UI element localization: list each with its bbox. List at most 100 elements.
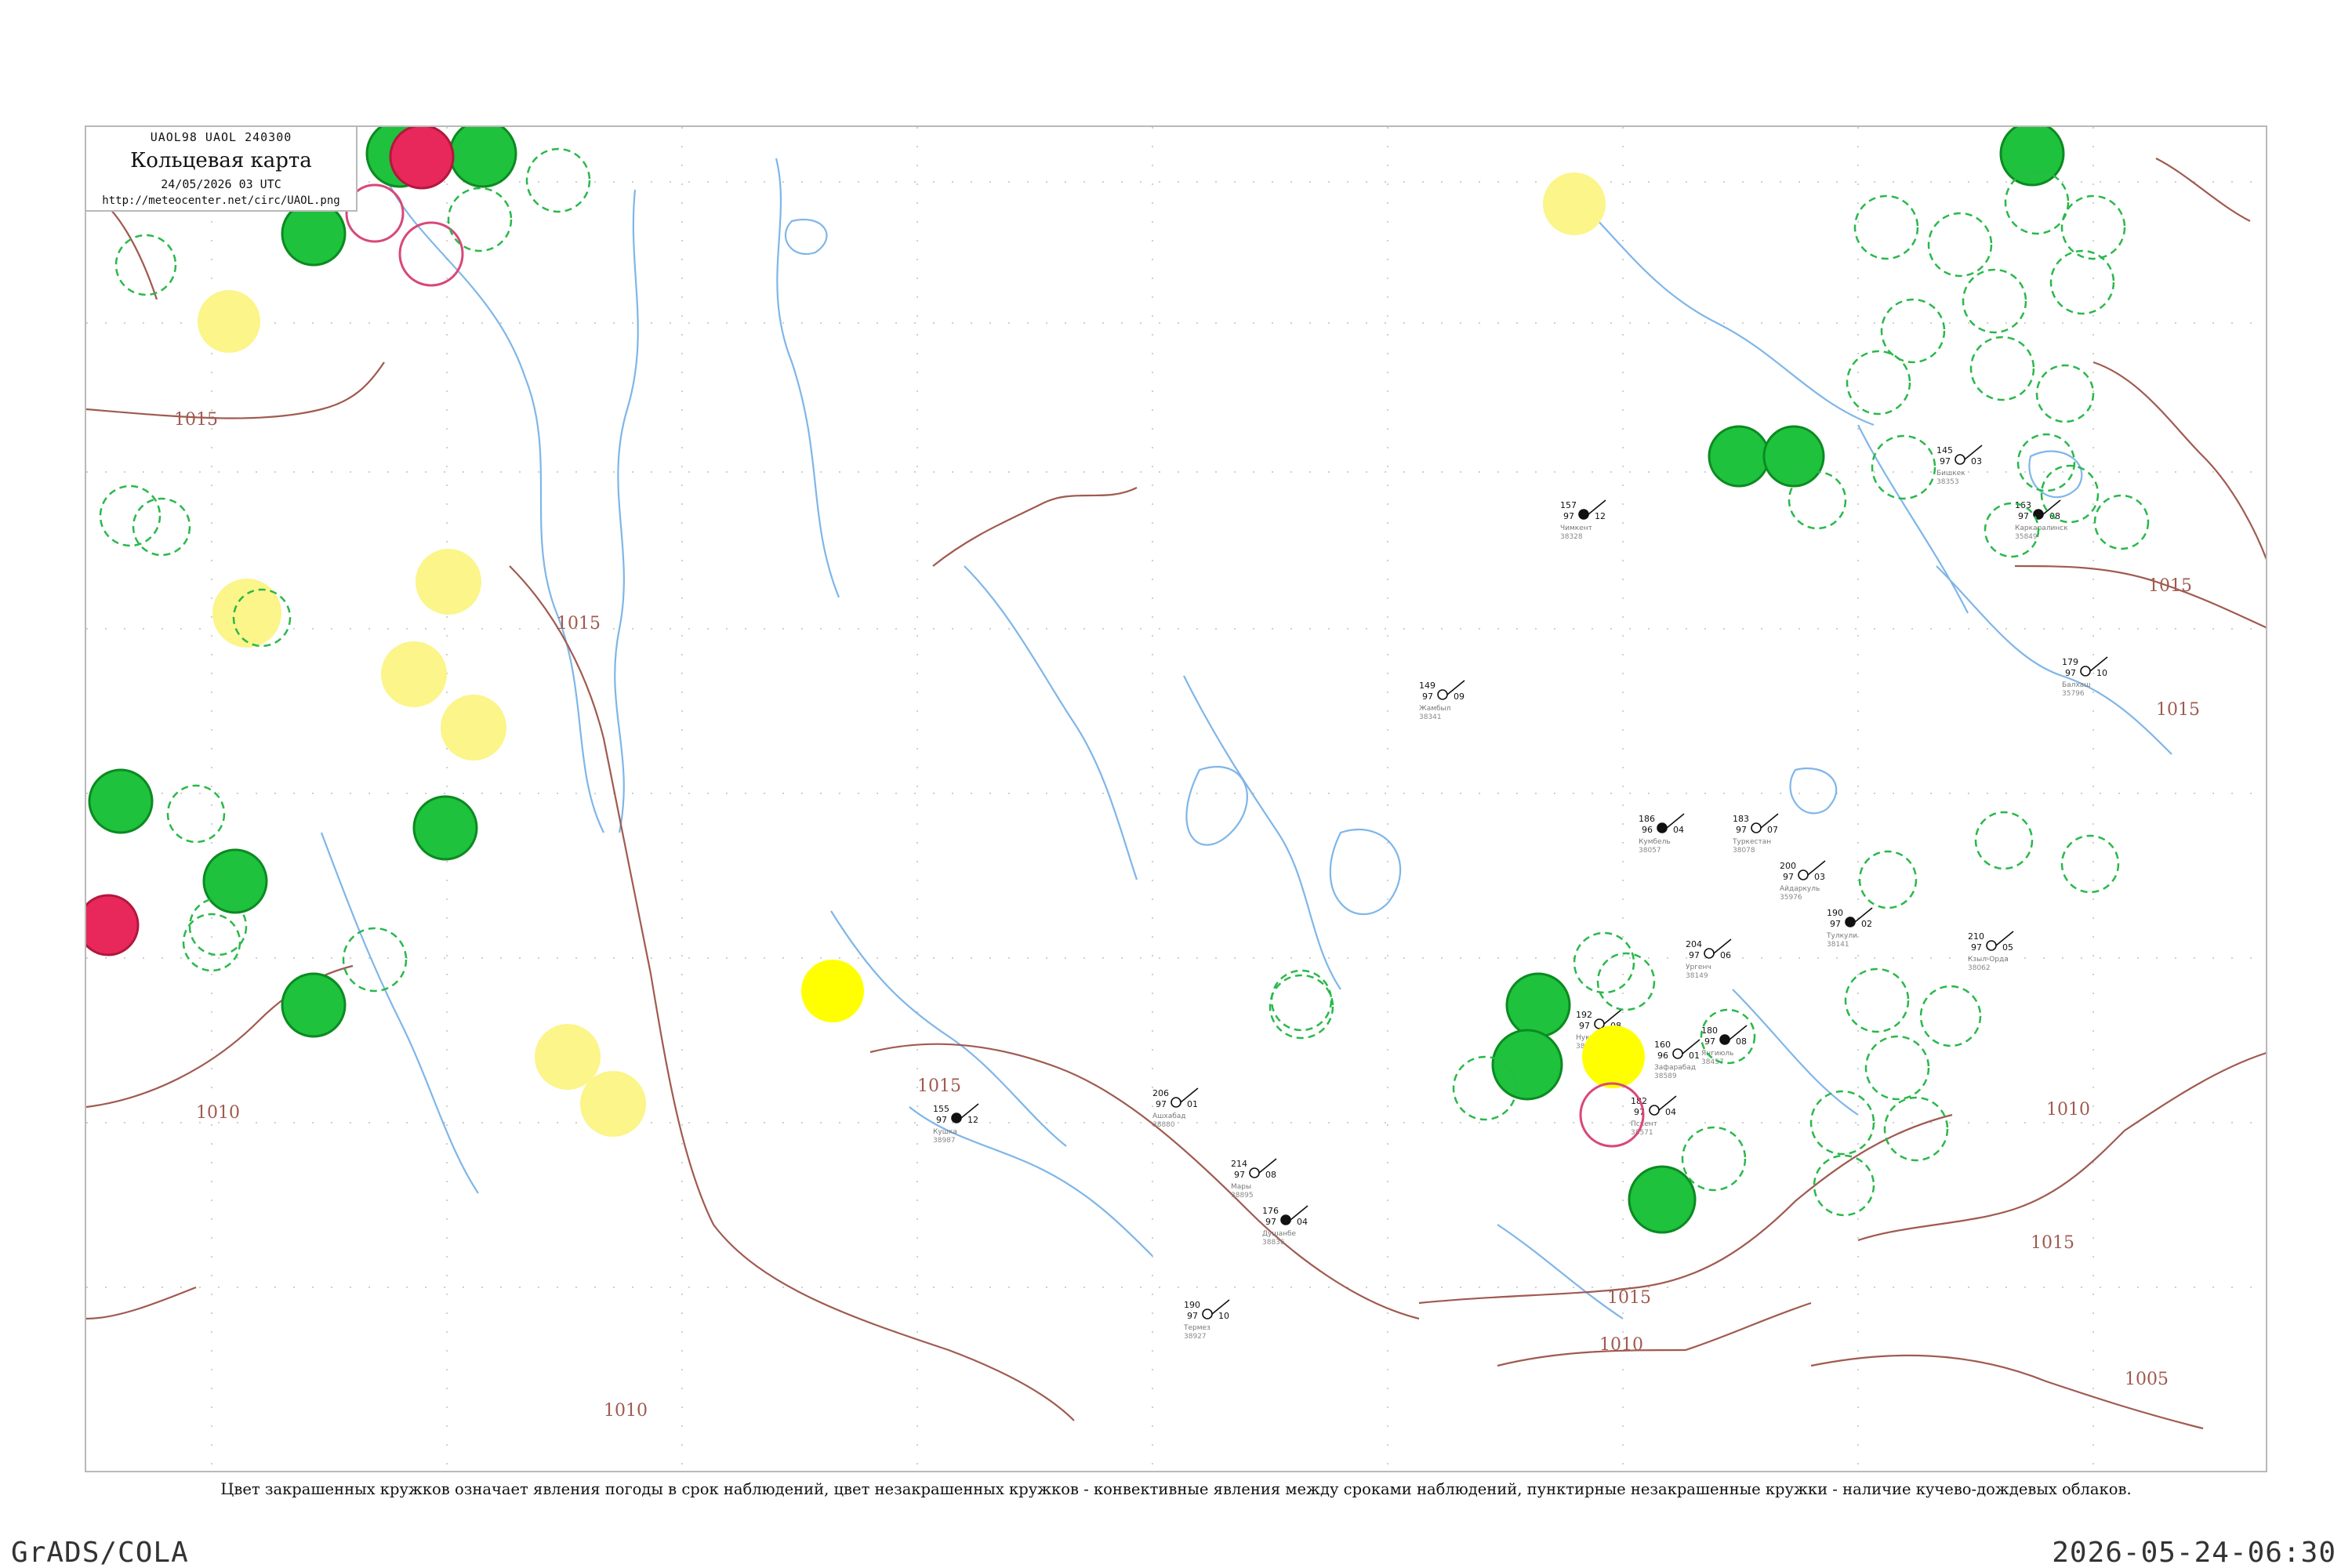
- isobar-label: 1010: [604, 1401, 648, 1421]
- station-temperature: 190: [1184, 1300, 1200, 1310]
- station-humidity: 97: [1187, 1311, 1198, 1321]
- station-pressure-tendency: 01: [1689, 1051, 1700, 1061]
- station-name: Каркаралинск: [2015, 524, 2068, 532]
- red-circle: [86, 894, 140, 956]
- green-circle: [1708, 425, 1770, 488]
- station-id: 38353: [1936, 478, 1959, 486]
- station-name: Айдаркуль: [1780, 885, 1820, 893]
- green-circle: [1505, 972, 1571, 1038]
- station-name: Чимкент: [1560, 524, 1592, 532]
- station-name: Зафарабад: [1654, 1064, 1696, 1072]
- station-name: Термез: [1183, 1324, 1210, 1332]
- station-pressure-tendency: 10: [1218, 1311, 1229, 1321]
- station-name: Бишкек: [1936, 470, 1965, 477]
- yellow-circle: [416, 549, 481, 615]
- green-circle: [88, 768, 154, 834]
- rivers: [320, 158, 2172, 1319]
- isobar-label: 1015: [1607, 1288, 1651, 1308]
- yellow-circle: [381, 641, 447, 707]
- isobar-lines: [86, 158, 2266, 1430]
- green-circle: [281, 972, 347, 1038]
- station-marker: [1986, 940, 1997, 951]
- station-temperature: 206: [1152, 1088, 1169, 1098]
- bulletin-header: UAOL98 UAOL 240300: [150, 130, 292, 144]
- station-humidity: 97: [1736, 825, 1747, 835]
- station-id: 38589: [1654, 1073, 1677, 1080]
- legend-footnote: Цвет закрашенных кружков означает явлени…: [220, 1480, 2132, 1498]
- station-pressure-tendency: 03: [1971, 456, 1982, 466]
- station-marker: [1171, 1097, 1181, 1108]
- station-marker: [1704, 948, 1715, 959]
- station-temperature: 180: [1701, 1025, 1718, 1036]
- station-id: 38341: [1419, 713, 1442, 721]
- yellow-circle: [212, 579, 281, 648]
- station-temperature: 210: [1968, 931, 1984, 942]
- graticule: [86, 127, 2266, 1471]
- station-temperature: 155: [933, 1104, 949, 1114]
- station-name: Ашхабад: [1152, 1112, 1186, 1120]
- station-temperature: 200: [1780, 861, 1796, 871]
- station-id: 35849: [2015, 533, 2038, 541]
- station-humidity: 97: [1563, 511, 1574, 521]
- station-temperature: 149: [1419, 681, 1436, 691]
- station-humidity: 97: [1689, 950, 1700, 960]
- station-name: Кзыл-Орда: [1968, 956, 2009, 964]
- station-id: 35976: [1780, 894, 1802, 902]
- station-humidity: 97: [1422, 691, 1433, 702]
- isobar-labels: 1015 1015 1010 1015 1010 1015 1010 1015 …: [174, 410, 2200, 1421]
- station-marker: [1955, 454, 1965, 465]
- green-circle: [1491, 1029, 1563, 1101]
- station-marker: [1578, 509, 1589, 520]
- isobar-label: 1015: [917, 1076, 961, 1096]
- station-marker: [951, 1112, 962, 1123]
- station-marker: [1657, 822, 1668, 833]
- yellow-circle: [580, 1071, 646, 1137]
- isobar-label: 1015: [2148, 576, 2192, 596]
- station-marker: [1594, 1018, 1605, 1029]
- station-temperature: 145: [1936, 445, 1953, 456]
- station-humidity: 97: [2065, 668, 2076, 678]
- station-humidity: 97: [1830, 919, 1841, 929]
- station-humidity: 96: [1657, 1051, 1668, 1061]
- station-pressure-tendency: 08: [1736, 1036, 1747, 1047]
- map-title: Кольцевая карта: [130, 149, 312, 172]
- station-name: Пскент: [1631, 1120, 1657, 1128]
- station-marker: [1751, 822, 1762, 833]
- map-date: 24/05/2026 03 UTC: [161, 177, 281, 191]
- green-circle: [202, 848, 268, 914]
- station-humidity: 97: [1971, 942, 1982, 953]
- station-humidity: 97: [1579, 1021, 1590, 1031]
- station-name: Душанбе: [1262, 1230, 1297, 1238]
- weather-circles: [86, 127, 2065, 1234]
- yellow-circle: [441, 695, 506, 760]
- station-pressure-tendency: 07: [1767, 825, 1778, 835]
- bright-yellow-circle: [1582, 1025, 1645, 1088]
- station-temperature: 179: [2062, 657, 2078, 667]
- station-humidity: 97: [1783, 872, 1794, 882]
- green-circle: [412, 795, 478, 861]
- render-timestamp: 2026-05-24-06:30: [2052, 1537, 2336, 1568]
- isobar-label: 1010: [2046, 1100, 2090, 1120]
- station-id: 38141: [1827, 941, 1849, 949]
- station-name: Тулкули: [1826, 932, 1857, 940]
- station-pressure-tendency: 12: [967, 1115, 978, 1125]
- station-temperature: 214: [1231, 1159, 1247, 1169]
- station-pressure-tendency: 04: [1665, 1107, 1676, 1117]
- station-id: 35796: [2062, 690, 2085, 698]
- station-id: 38057: [1639, 847, 1661, 855]
- station-humidity: 97: [1234, 1170, 1245, 1180]
- ring-map-page: 1015 1015 1010 1015 1010 1015 1010 1015 …: [0, 0, 2352, 1568]
- isobar-label: 1015: [557, 614, 601, 633]
- isobar-label: 1015: [2156, 700, 2200, 720]
- isobar-label: 1005: [2125, 1370, 2169, 1389]
- station-marker: [1249, 1167, 1260, 1178]
- map-url: http://meteocenter.net/circ/UAOL.png: [102, 194, 340, 207]
- station-temperature: 204: [1686, 939, 1702, 949]
- station-marker: [1719, 1034, 1730, 1045]
- station-marker: [1649, 1105, 1660, 1116]
- title-block: UAOL98 UAOL 240300 Кольцевая карта 24/05…: [86, 127, 358, 212]
- station-id: 38880: [1152, 1121, 1175, 1129]
- map-area[interactable]: 1015 1015 1010 1015 1010 1015 1010 1015 …: [85, 125, 2267, 1472]
- station-pressure-tendency: 09: [1454, 691, 1465, 702]
- green-circle: [1762, 425, 1825, 488]
